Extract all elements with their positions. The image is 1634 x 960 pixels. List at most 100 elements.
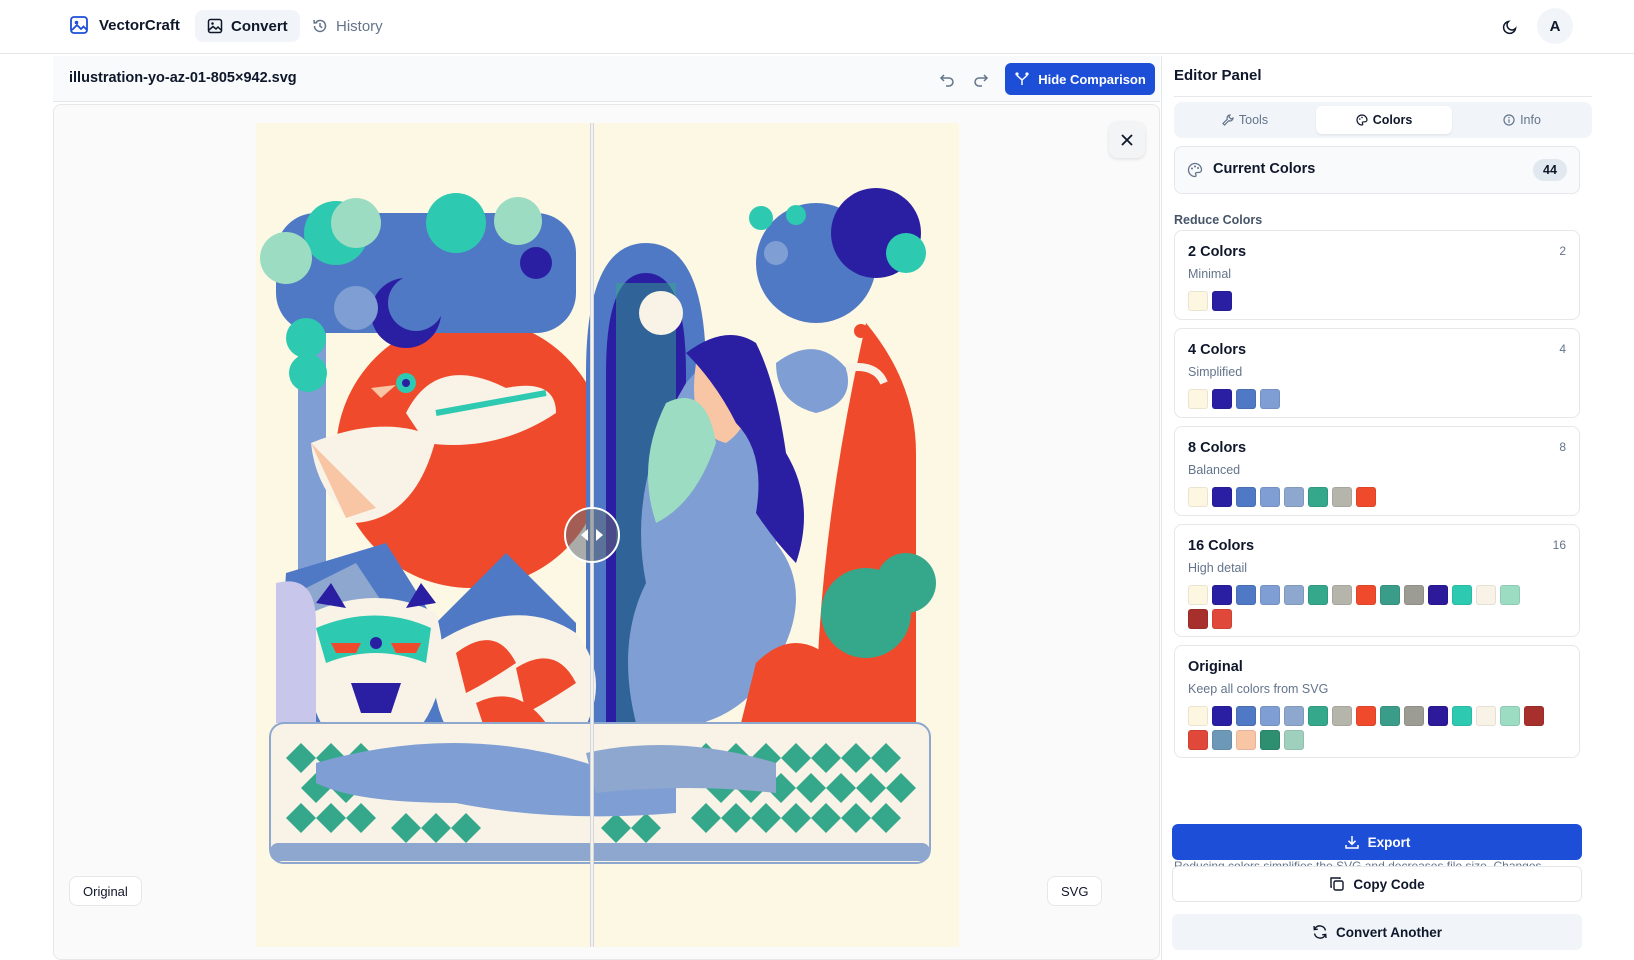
theme-toggle-button[interactable] — [1495, 12, 1525, 42]
color-option-title: Original — [1188, 659, 1243, 675]
color-swatch — [1260, 389, 1280, 409]
color-option-subtitle: Simplified — [1188, 365, 1243, 379]
image-icon — [207, 18, 223, 34]
convert-another-button[interactable]: Convert Another — [1172, 914, 1582, 950]
download-icon — [1344, 834, 1360, 850]
color-swatch — [1188, 585, 1208, 605]
palette-icon — [1356, 114, 1368, 126]
colors-scroll-area[interactable]: Current Colors 44 Reduce Colors 2 Colors… — [1162, 146, 1602, 868]
wrench-icon — [1222, 114, 1234, 126]
color-option-subtitle: High detail — [1188, 561, 1248, 575]
export-button[interactable]: Export — [1172, 824, 1582, 860]
color-option-16[interactable]: 16 Colors High detail 16 — [1174, 524, 1580, 637]
nav-tab-convert[interactable]: Convert — [195, 10, 300, 42]
redo-icon — [973, 72, 989, 88]
nav-tab-history[interactable]: History — [300, 10, 395, 42]
color-swatch — [1452, 585, 1472, 605]
color-swatch — [1428, 585, 1448, 605]
color-option-4[interactable]: 4 Colors Simplified 4 — [1174, 328, 1580, 418]
color-option-title: 2 Colors — [1188, 244, 1247, 260]
color-swatches — [1188, 291, 1548, 311]
file-toolbar: illustration-yo-az-01-805×942.svg Hide C… — [53, 56, 1160, 102]
reduce-colors-label: Reduce Colors — [1174, 213, 1263, 227]
color-swatch — [1356, 585, 1376, 605]
current-colors-card: Current Colors 44 — [1174, 146, 1580, 194]
nav-tab-history-label: History — [336, 17, 383, 35]
color-swatch — [1212, 487, 1232, 507]
color-swatch — [1260, 585, 1280, 605]
tab-colors-label: Colors — [1372, 113, 1413, 127]
color-swatch — [1476, 706, 1496, 726]
undo-icon — [939, 72, 955, 88]
copy-icon — [1329, 876, 1345, 892]
color-swatch — [1188, 389, 1208, 409]
color-swatches — [1188, 585, 1528, 629]
color-swatches — [1188, 706, 1548, 750]
color-swatch — [1404, 706, 1424, 726]
split-icon — [1014, 71, 1030, 87]
color-swatch — [1308, 585, 1328, 605]
hide-comparison-button[interactable]: Hide Comparison — [1005, 63, 1155, 95]
redo-button[interactable] — [969, 68, 993, 92]
brand[interactable]: VectorCraft — [69, 15, 180, 35]
tab-colors[interactable]: Colors — [1316, 106, 1452, 134]
color-swatch — [1188, 730, 1208, 750]
tab-info[interactable]: Info — [1456, 106, 1588, 134]
color-option-count: 4 — [1559, 342, 1566, 356]
color-swatch — [1212, 706, 1232, 726]
color-swatches — [1188, 487, 1548, 507]
color-swatch — [1236, 487, 1256, 507]
comparison-slider-handle[interactable] — [564, 507, 620, 563]
color-option-8[interactable]: 8 Colors Balanced 8 — [1174, 426, 1580, 516]
export-label: Export — [1367, 834, 1411, 850]
color-swatch — [1236, 730, 1256, 750]
color-swatch — [1356, 706, 1376, 726]
color-swatch — [1284, 585, 1304, 605]
undo-button[interactable] — [935, 68, 959, 92]
tab-tools[interactable]: Tools — [1178, 106, 1312, 134]
brand-name: VectorCraft — [99, 16, 180, 34]
logo-image-icon — [69, 15, 89, 35]
moon-icon — [1502, 19, 1518, 35]
color-swatch — [1404, 585, 1424, 605]
color-option-2[interactable]: 2 Colors Minimal 2 — [1174, 230, 1580, 320]
history-icon — [312, 18, 328, 34]
color-swatch — [1428, 706, 1448, 726]
color-swatch — [1212, 609, 1232, 629]
current-colors-label: Current Colors — [1213, 161, 1316, 177]
refresh-icon — [1312, 924, 1328, 940]
color-option-original[interactable]: Original Keep all colors from SVG — [1174, 645, 1580, 758]
color-option-subtitle: Balanced — [1188, 463, 1241, 477]
color-swatches — [1188, 389, 1548, 409]
color-swatch — [1188, 706, 1208, 726]
close-comparison-button[interactable] — [1109, 122, 1145, 158]
color-swatch — [1260, 706, 1280, 726]
color-swatch — [1332, 706, 1352, 726]
color-swatch — [1380, 585, 1400, 605]
color-swatch — [1356, 487, 1376, 507]
color-swatch — [1500, 706, 1520, 726]
convert-another-label: Convert Another — [1335, 924, 1442, 940]
svg-tag: SVG — [1047, 876, 1103, 906]
color-swatch — [1260, 487, 1280, 507]
editor-panel: Editor Panel Tools Colors Info Current C… — [1161, 56, 1634, 960]
color-swatch — [1284, 730, 1304, 750]
color-swatch — [1212, 585, 1232, 605]
palette-icon — [1187, 162, 1203, 178]
info-icon — [1503, 114, 1515, 126]
color-option-title: 8 Colors — [1188, 440, 1247, 456]
color-option-count: 16 — [1552, 538, 1566, 552]
color-swatch — [1212, 291, 1232, 311]
color-swatch — [1212, 730, 1232, 750]
avatar[interactable]: A — [1537, 8, 1573, 44]
color-option-count: 8 — [1559, 440, 1566, 454]
color-swatch — [1308, 706, 1328, 726]
current-colors-count: 44 — [1533, 159, 1567, 181]
color-swatch — [1236, 389, 1256, 409]
original-tag: Original — [69, 876, 142, 906]
copy-code-button[interactable]: Copy Code — [1172, 866, 1582, 902]
color-swatch — [1452, 706, 1472, 726]
tab-tools-label: Tools — [1238, 113, 1269, 127]
panel-divider — [1174, 96, 1592, 97]
color-option-count: 2 — [1559, 244, 1566, 258]
